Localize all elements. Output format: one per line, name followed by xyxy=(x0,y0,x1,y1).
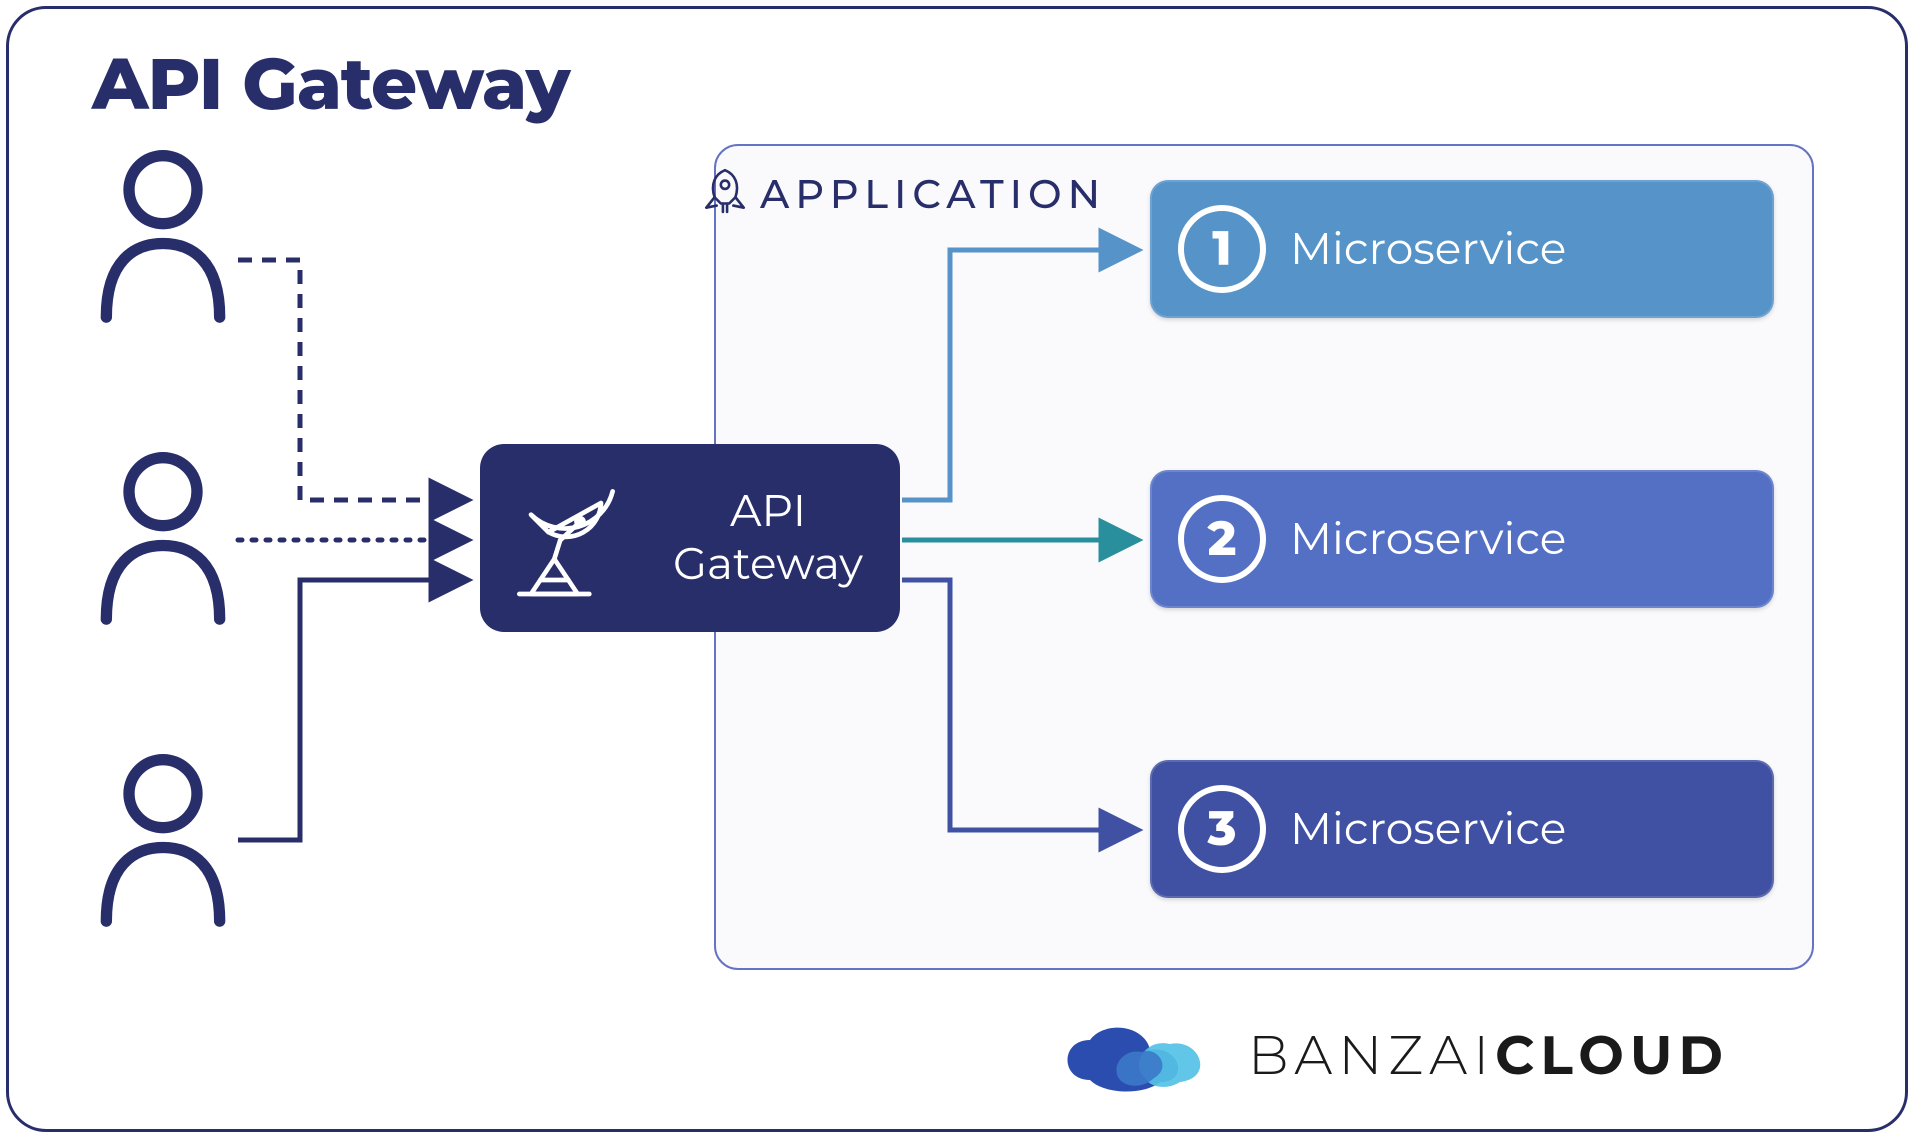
banzai-cloud-icon xyxy=(1050,1010,1220,1100)
brand-part1: BANZAI xyxy=(1248,1022,1495,1088)
brand-text: BANZAICLOUD xyxy=(1248,1022,1729,1088)
brand-part2: CLOUD xyxy=(1495,1022,1729,1088)
brand-logo: BANZAICLOUD xyxy=(1050,1010,1729,1100)
arrows-layer xyxy=(0,0,1914,1138)
